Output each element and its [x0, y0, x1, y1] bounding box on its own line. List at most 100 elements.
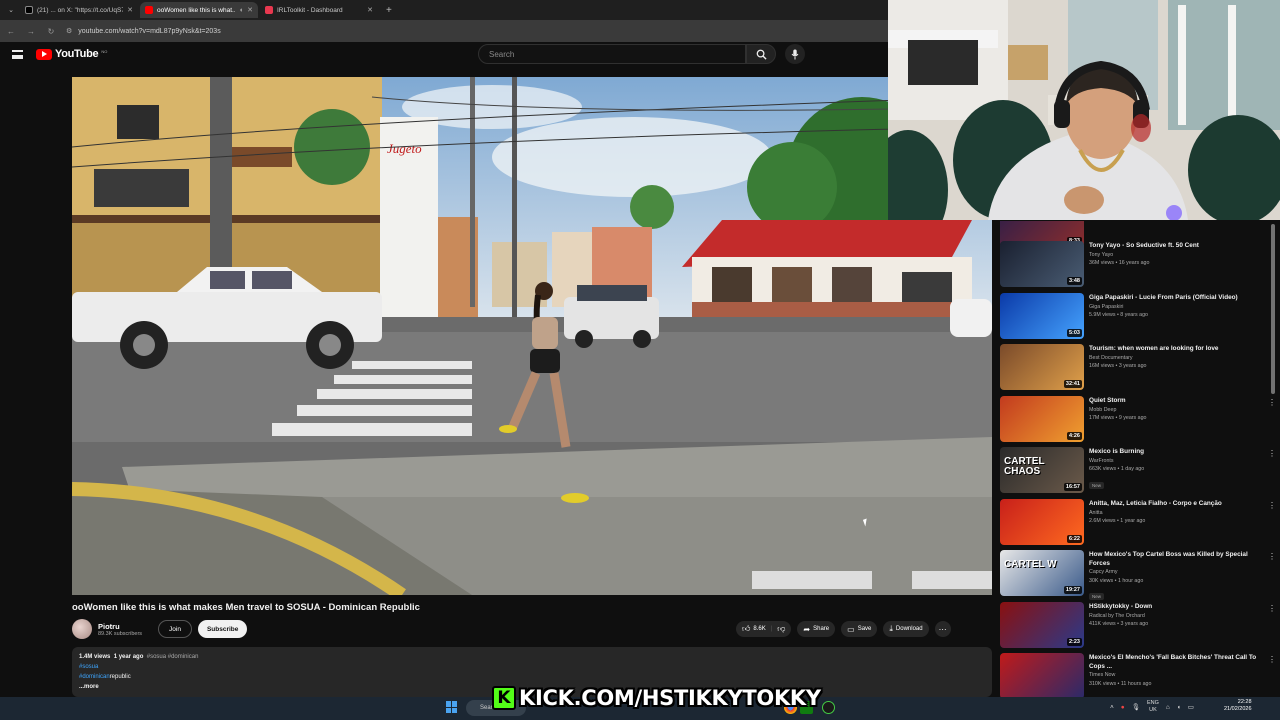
new-tab-button[interactable]: + — [380, 5, 398, 16]
channel-name[interactable]: Piotru — [98, 622, 142, 631]
tab-title: ooWomen like this is what... — [157, 6, 235, 14]
recommendation-item[interactable]: 2:23 HStikkytokky - Down Radical by The Or… — [1000, 602, 1276, 650]
recommendation-channel[interactable]: Times Now — [1089, 671, 1270, 680]
windows-start-icon[interactable] — [446, 701, 458, 713]
description-meta: 1.4M views 1 year ago #sosua #dominican — [79, 652, 985, 662]
tab-x[interactable]: (21) ... on X: "https://t.co/UqS7... ✕ — [20, 2, 138, 18]
video-thumbnail[interactable]: 6:22 — [1000, 499, 1084, 545]
join-button[interactable]: Join — [158, 620, 192, 638]
recommendation-title[interactable]: Tourism: when women are looking for love — [1089, 345, 1270, 354]
kick-channel-url: KICK.COM/HSTIKKYTOKKY — [519, 686, 821, 710]
more-options-icon[interactable]: ⋮ — [1268, 552, 1276, 561]
recommendation-item[interactable]: 3:48 Tony Yayo - So Seductive ft. 50 Cent… — [1000, 241, 1276, 289]
recommendation-channel[interactable]: Radical by The Orchard — [1089, 612, 1270, 621]
recommendation-channel[interactable]: Tony Yayo — [1089, 251, 1270, 260]
search-input[interactable]: Search — [478, 44, 746, 64]
recommendation-meta: 5.9M views • 8 years ago — [1089, 312, 1148, 318]
back-icon[interactable]: ← — [6, 27, 16, 36]
more-options-icon[interactable]: ⋮ — [1268, 449, 1276, 458]
share-button[interactable]: ➦ Share — [797, 621, 836, 637]
app-tray-icon[interactable]: ● — [1121, 704, 1125, 711]
save-button[interactable]: ▭ Save — [841, 621, 878, 637]
like-button[interactable]: 👍︎ 8.6K | 👎︎ — [736, 621, 792, 637]
close-icon[interactable]: ✕ — [367, 6, 373, 14]
chevron-up-icon[interactable]: ˄ — [1110, 704, 1114, 711]
tab-list-icon[interactable]: ⌄ — [4, 6, 18, 14]
menu-icon[interactable] — [12, 50, 23, 59]
xbox-app-icon[interactable] — [822, 701, 835, 714]
voice-search-button[interactable] — [785, 44, 805, 64]
volume-icon[interactable]: ◖ — [1177, 704, 1181, 711]
youtube-wordmark: YouTube — [55, 48, 99, 60]
recommendation-item[interactable]: 6:22 Anitta, Maz, Leticia Fialho - Corpo … — [1000, 499, 1276, 547]
video-thumbnail[interactable]: CARTEL CHAOS 16:57 — [1000, 447, 1084, 493]
tab-irltoolkit[interactable]: IRLToolkit - Dashboard ✕ — [260, 2, 378, 18]
video-thumbnail[interactable]: 5:03 — [1000, 293, 1084, 339]
hashtag-link[interactable]: #dominican — [79, 674, 110, 680]
subscribe-button[interactable]: Subscribe — [197, 620, 248, 638]
recommendation-title[interactable]: Tony Yayo - So Seductive ft. 50 Cent — [1089, 242, 1270, 251]
url-field[interactable]: ⚙ youtube.com/watch?v=mdL87p9yNsk&t=203s — [66, 23, 882, 39]
recommendation-item[interactable]: 32:41 Tourism: when women are looking for… — [1000, 344, 1276, 392]
download-button[interactable]: ⤓ Download — [883, 621, 929, 637]
more-options-icon[interactable]: ⋮ — [1268, 398, 1276, 407]
recommendation-title[interactable]: Anitta, Maz, Leticia Fialho - Corpo e Ca… — [1089, 500, 1270, 509]
video-player[interactable]: Jugeto — [72, 77, 992, 595]
recommendation-title[interactable]: Quiet Storm — [1089, 397, 1270, 406]
video-thumbnail[interactable] — [1000, 653, 1084, 699]
avatar[interactable] — [72, 619, 92, 639]
thumbs-up-icon: 👍︎ — [742, 624, 751, 633]
description-text: republic — [109, 674, 131, 680]
more-actions-icon[interactable]: ⋯ — [934, 621, 951, 637]
recommendation-channel[interactable]: Mobb Deep — [1089, 406, 1270, 415]
video-thumbnail[interactable]: 2:23 — [1000, 602, 1084, 648]
thumbs-down-icon[interactable]: 👎︎ — [777, 624, 785, 634]
video-thumbnail[interactable]: 4:26 — [1000, 396, 1084, 442]
like-count: 8.6K — [753, 626, 766, 632]
video-thumbnail[interactable]: 32:41 — [1000, 344, 1084, 390]
recommendation-title[interactable]: Mexico is Burning — [1089, 448, 1270, 457]
site-info-icon[interactable]: ⚙ — [66, 27, 72, 35]
recommendation-meta: 17M views • 9 years ago — [1089, 415, 1147, 421]
youtube-country-code: NO — [101, 48, 108, 54]
close-icon[interactable]: ✕ — [127, 6, 133, 14]
search-button[interactable] — [746, 44, 776, 64]
recommendation-info: HStikkytokky - Down Radical by The Orchar… — [1089, 602, 1270, 650]
new-badge: New — [1089, 593, 1105, 600]
recommendation-channel[interactable]: Capcy Army — [1089, 568, 1270, 577]
video-thumbnail[interactable]: CARTEL W 19:27 — [1000, 550, 1084, 596]
close-icon[interactable]: ✕ — [247, 6, 253, 14]
microphone-tray-icon[interactable]: 🎙︎ — [1132, 703, 1140, 711]
mute-icon[interactable]: ◖ — [239, 7, 243, 14]
recommendation-item[interactable]: CARTEL W 19:27 How Mexico's Top Cartel Bos… — [1000, 550, 1276, 600]
tab-youtube[interactable]: ooWomen like this is what... ◖ ✕ — [140, 2, 258, 18]
youtube-logo[interactable]: YouTube NO — [36, 48, 107, 60]
recommendation-channel[interactable]: Best Documentary — [1089, 354, 1270, 363]
hashtag-link[interactable]: #sosua — [79, 662, 985, 672]
more-options-icon[interactable]: ⋮ — [1268, 655, 1276, 664]
reload-icon[interactable]: ↻ — [46, 27, 56, 36]
language-code: ENG — [1147, 700, 1159, 706]
recommendation-item[interactable]: 5:03 Giga Papaskiri - Lucie From Paris (O… — [1000, 293, 1276, 341]
language-indicator[interactable]: ENG UK — [1147, 700, 1159, 714]
recommendation-title[interactable]: HStikkytokky - Down — [1089, 603, 1270, 612]
recommendation-channel[interactable]: WarFronts — [1089, 457, 1270, 466]
address-bar: ← → ↻ ⚙ youtube.com/watch?v=mdL87p9yNsk&… — [0, 20, 888, 42]
recommendation-channel[interactable]: Giga Papaskiri — [1089, 303, 1270, 312]
recommendation-title[interactable]: Mexico's El Mencho's 'Fall Back Bitches'… — [1089, 654, 1270, 671]
forward-icon[interactable]: → — [26, 27, 36, 36]
video-thumbnail[interactable]: 3:48 — [1000, 241, 1084, 287]
recommendation-title[interactable]: Giga Papaskiri - Lucie From Paris (Offic… — [1089, 294, 1270, 303]
more-options-icon[interactable]: ⋮ — [1268, 604, 1276, 613]
recommendation-item[interactable]: CARTEL CHAOS 16:57 Mexico is Burning WarFro… — [1000, 447, 1276, 495]
network-icon[interactable]: ⌂ — [1166, 704, 1170, 711]
recommendation-channel[interactable]: Anitta — [1089, 509, 1270, 518]
recommendation-title[interactable]: How Mexico's Top Cartel Boss was Killed … — [1089, 551, 1270, 568]
battery-icon[interactable]: ▭ — [1188, 703, 1194, 711]
sidebar-scrollbar[interactable] — [1271, 224, 1275, 394]
recommendation-item[interactable]: 4:26 Quiet Storm Mobb Deep 17M views • 9 ye… — [1000, 396, 1276, 444]
recommendation-item[interactable]: Mexico's El Mencho's 'Fall Back Bitches'… — [1000, 653, 1276, 699]
irltoolkit-icon — [265, 6, 273, 14]
more-options-icon[interactable]: ⋮ — [1268, 501, 1276, 510]
taskbar-clock[interactable]: 22:28 21/02/2026 — [1224, 699, 1252, 713]
